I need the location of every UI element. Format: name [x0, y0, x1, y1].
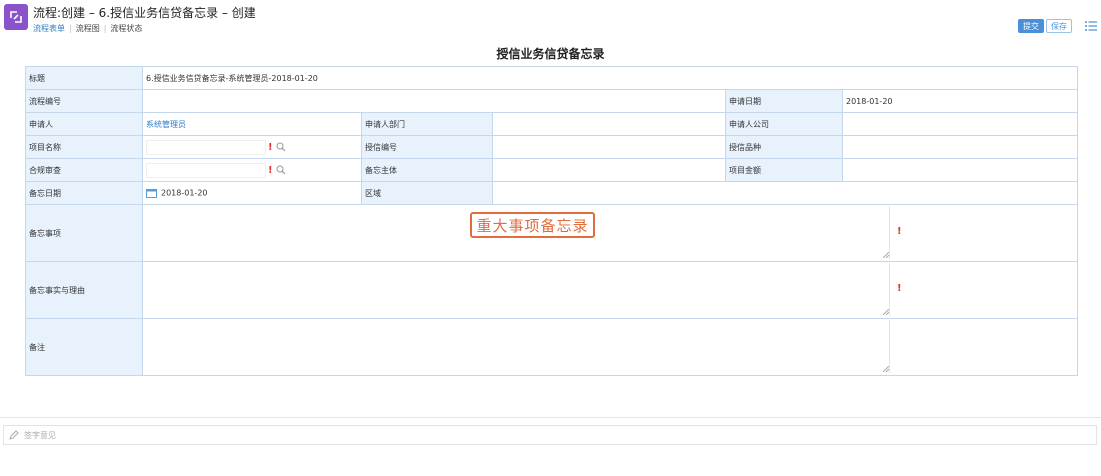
signature-opinion-input[interactable]: 签字意见 — [3, 425, 1097, 445]
required-icon: ! — [897, 225, 902, 237]
memo-stamp: 重大事项备忘录 — [470, 212, 595, 238]
submit-button[interactable]: 提交 — [1018, 19, 1044, 33]
memo-facts-textarea[interactable] — [144, 262, 890, 316]
tab-flow-chart[interactable]: 流程图 — [76, 24, 100, 33]
required-icon: ! — [268, 164, 273, 176]
opinion-placeholder: 签字意见 — [24, 430, 56, 440]
header: 流程:创建 – 6.授信业务信贷备忘录 – 创建 流程表单 | 流程图 | 流程状态 提… — [0, 0, 1101, 40]
memo-subject-label: 备忘主体 — [361, 158, 493, 182]
remarks-cell — [142, 318, 1078, 376]
memo-date-cell[interactable]: 2018-01-20 — [142, 181, 362, 205]
search-icon[interactable] — [276, 142, 286, 152]
page-title: 流程:创建 – 6.授信业务信贷备忘录 – 创建 — [33, 6, 256, 20]
tab-bar: 流程表单 | 流程图 | 流程状态 — [33, 24, 143, 33]
flow-no-label: 流程编号 — [25, 89, 143, 113]
tab-flow-status[interactable]: 流程状态 — [110, 24, 142, 33]
applicant-label: 申请人 — [25, 112, 143, 136]
remarks-textarea[interactable] — [144, 319, 890, 373]
resize-grip-icon[interactable] — [883, 251, 889, 258]
table-row: 项目名称 ! 授信编号 授信品种 — [25, 135, 1078, 159]
project-amount-value — [842, 158, 1078, 182]
memo-facts-cell: ! — [142, 261, 1078, 319]
title-label: 标题 — [25, 66, 143, 90]
calendar-icon[interactable] — [146, 188, 157, 198]
memo-facts-label: 备忘事实与理由 — [25, 261, 143, 319]
app-logo-icon — [4, 4, 28, 30]
applicant-value: 系统管理员 — [142, 112, 362, 136]
resize-grip-icon[interactable] — [883, 308, 889, 315]
form-title: 授信业务信贷备忘录 — [496, 47, 605, 61]
memo-items-label: 备忘事项 — [25, 204, 143, 262]
menu-list-icon[interactable] — [1084, 19, 1098, 33]
memo-date-label: 备忘日期 — [25, 181, 143, 205]
resize-grip-icon[interactable] — [883, 365, 889, 372]
save-button[interactable]: 保存 — [1046, 19, 1072, 33]
search-icon[interactable] — [276, 165, 286, 175]
applicant-company-value — [842, 112, 1078, 136]
table-row: 标题 6.授信业务信贷备忘录-系统管理员-2018-01-20 — [25, 66, 1078, 90]
remarks-label: 备注 — [25, 318, 143, 376]
required-icon: ! — [897, 282, 902, 294]
table-row: 合规审查 ! 备忘主体 项目金额 — [25, 158, 1078, 182]
applicant-dept-value — [492, 112, 726, 136]
compliance-label: 合规审查 — [25, 158, 143, 182]
title-value: 6.授信业务信贷备忘录-系统管理员-2018-01-20 — [142, 66, 1078, 90]
table-row: 备注 — [25, 318, 1078, 376]
apply-date-label: 申请日期 — [725, 89, 843, 113]
project-name-cell: ! — [142, 135, 362, 159]
apply-date-value: 2018-01-20 — [842, 89, 1078, 113]
memo-subject-value — [492, 158, 726, 182]
credit-type-label: 授信品种 — [725, 135, 843, 159]
region-value — [492, 181, 1078, 205]
compliance-cell: ! — [142, 158, 362, 182]
credit-no-value — [492, 135, 726, 159]
table-row: 备忘事实与理由 ! — [25, 261, 1078, 319]
applicant-dept-label: 申请人部门 — [361, 112, 493, 136]
project-name-label: 项目名称 — [25, 135, 143, 159]
project-name-input[interactable] — [146, 139, 266, 155]
flow-no-value — [142, 89, 726, 113]
tab-flow-form[interactable]: 流程表单 — [33, 24, 65, 33]
compliance-input[interactable] — [146, 162, 266, 178]
table-row: 流程编号 申请日期 2018-01-20 — [25, 89, 1078, 113]
credit-no-label: 授信编号 — [361, 135, 493, 159]
memo-date-value: 2018-01-20 — [161, 188, 208, 198]
table-row: 申请人 系统管理员 申请人部门 申请人公司 — [25, 112, 1078, 136]
pencil-icon — [9, 430, 19, 440]
table-row: 备忘日期 2018-01-20 区域 — [25, 181, 1078, 205]
footer-divider — [0, 417, 1101, 418]
memo-items-cell: ! — [142, 204, 1078, 262]
region-label: 区域 — [361, 181, 493, 205]
applicant-company-label: 申请人公司 — [725, 112, 843, 136]
required-icon: ! — [268, 141, 273, 153]
project-amount-label: 项目金额 — [725, 158, 843, 182]
credit-type-value — [842, 135, 1078, 159]
